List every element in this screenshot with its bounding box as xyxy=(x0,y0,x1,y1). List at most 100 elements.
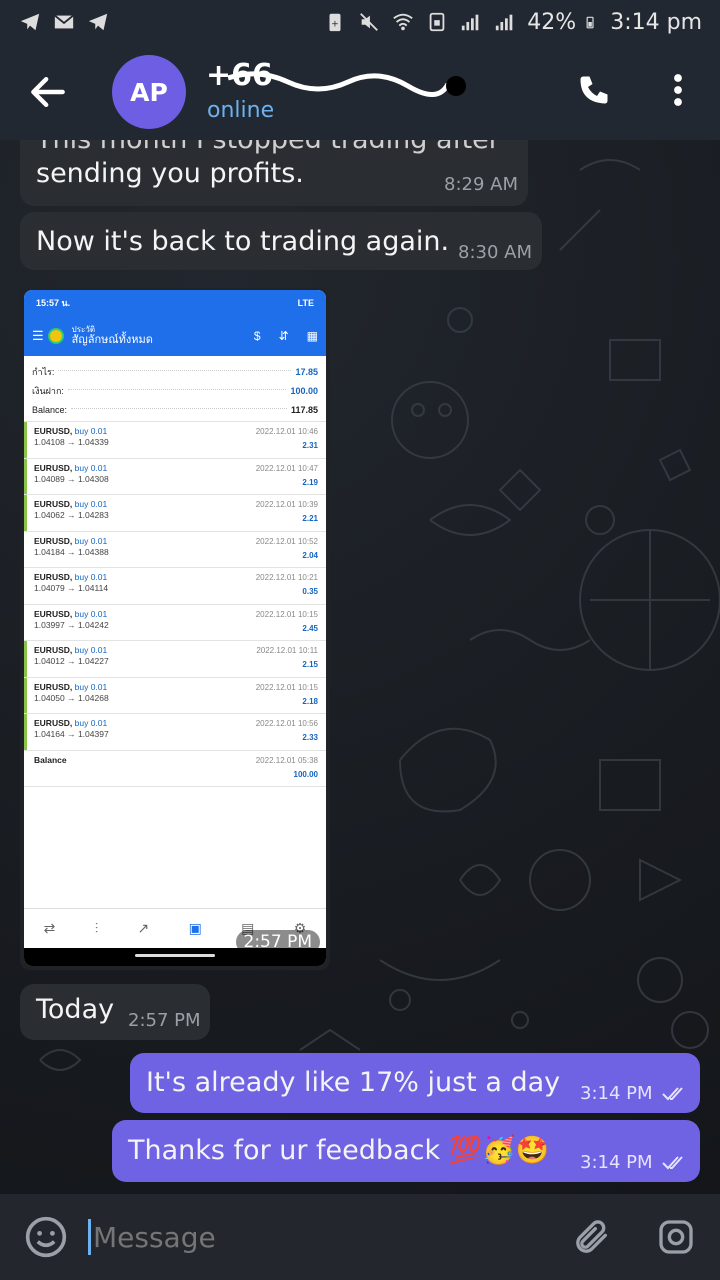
trade-prices: 1.04164 → 1.04397 xyxy=(34,729,109,739)
system-status-bar: + 42% 3:14 pm xyxy=(0,0,720,44)
leader-dots xyxy=(58,369,292,371)
battery-percent: 42% xyxy=(527,9,577,35)
message-text: Thanks for ur feedback 💯🥳🤩 xyxy=(128,1135,550,1166)
trade-date: 2022.12.01 05:38 xyxy=(255,755,318,765)
trade-row: EURUSD, buy 0.01 1.04184 → 1.04388 2022.12… xyxy=(24,530,326,568)
trade-direction: buy 0.01 xyxy=(74,608,108,619)
trade-row: EURUSD, buy 0.01 1.04079 → 1.04114 2022.12… xyxy=(24,567,326,604)
notification-icons xyxy=(18,11,110,33)
more-button-overlay[interactable] xyxy=(672,72,684,112)
trade-date: 2022.12.01 10:56 xyxy=(255,719,318,728)
trade-direction: buy 0.01 xyxy=(74,499,108,509)
quotes-icon: ⇄ xyxy=(43,920,56,936)
composer-actions xyxy=(572,1217,696,1257)
screenshot-network: LTE xyxy=(297,298,314,308)
trade-profit: 0.35 xyxy=(302,587,318,596)
trade-icon: ↗ xyxy=(137,920,150,936)
trade-date: 2022.12.01 10:39 xyxy=(255,500,318,509)
back-arrow-icon xyxy=(31,76,65,108)
camera-icon[interactable] xyxy=(656,1217,696,1257)
message-time: 8:29 AM xyxy=(444,174,518,195)
trade-direction: buy 0.01 xyxy=(74,645,108,655)
summary-value: 117.85 xyxy=(290,404,318,415)
leader-dots xyxy=(67,388,287,390)
double-check-icon xyxy=(662,1156,684,1170)
trade-row: EURUSD, buy 0.01 1.04164 → 1.04397 2022.12… xyxy=(24,713,326,750)
menu-icon: ☰ xyxy=(32,328,44,343)
image-message[interactable]: 15:57 น. LTE ☰ ประวัติ สัญลักษณ์ทั้งหมด … xyxy=(20,288,330,970)
trade-symbol: EURUSD, xyxy=(34,462,73,473)
trade-prices: 1.04050 → 1.04268 xyxy=(34,692,109,703)
trade-symbol: EURUSD, xyxy=(34,718,73,728)
screenshot-toolbar: ☰ ประวัติ สัญลักษณ์ทั้งหมด $ ⇵ ▦ xyxy=(24,316,326,356)
message-time: 3:14 PM xyxy=(580,1083,688,1104)
summary-value: 17.85 xyxy=(295,366,318,377)
redaction-scribble-overlay xyxy=(228,71,466,97)
trade-prices: 1.04108 → 1.04339 xyxy=(34,437,109,447)
trade-direction: buy 0.01 xyxy=(74,572,108,582)
trade-prices: 1.04089 → 1.04308 xyxy=(34,473,109,484)
emoji-icon[interactable] xyxy=(24,1215,68,1259)
trade-symbol: Balance xyxy=(34,754,67,765)
summary-row: Balance: 117.85 xyxy=(32,400,318,419)
history-icon: ▣ xyxy=(188,920,202,936)
back-button-overlay[interactable] xyxy=(26,70,70,118)
phone-icon xyxy=(580,76,608,104)
trade-prices: 1.04184 → 1.04388 xyxy=(34,546,109,557)
message-bubble-outgoing[interactable]: Thanks for ur feedback 💯🥳🤩 3:14 PM xyxy=(112,1120,700,1182)
svg-text:+: + xyxy=(331,19,339,30)
summary-row: เงินฝาก: 100.00 xyxy=(32,381,318,400)
screenshot-status-bar: 15:57 น. LTE xyxy=(24,290,326,316)
message-input[interactable] xyxy=(88,1219,538,1255)
summary-value: 100.00 xyxy=(290,385,318,396)
battery-saver-icon: + xyxy=(329,13,341,32)
trade-row: EURUSD, buy 0.01 1.04012 → 1.04227 2022.12… xyxy=(24,640,326,677)
screenshot-toolbar-icons: $ ⇵ ▦ xyxy=(254,329,318,343)
signal-icon-2 xyxy=(496,14,513,31)
image-time: 2:57 PM xyxy=(235,930,320,954)
trade-row: EURUSD, buy 0.01 1.04062 → 1.04283 2022.12… xyxy=(24,494,326,531)
trade-symbol: EURUSD, xyxy=(34,499,73,509)
attach-icon[interactable] xyxy=(572,1217,612,1257)
message-time-text: 3:14 PM xyxy=(580,1083,653,1104)
message-bubble-incoming[interactable]: Now it's back to trading again. 8:30 AM xyxy=(20,212,542,270)
trade-symbol: EURUSD, xyxy=(34,645,73,655)
sort-icon: ⇵ xyxy=(278,329,289,343)
screenshot-titles: ประวัติ สัญลักษณ์ทั้งหมด xyxy=(72,325,153,347)
trade-profit: 2.21 xyxy=(302,514,318,523)
message-time: 8:30 AM xyxy=(458,242,532,263)
trade-list-end xyxy=(24,786,326,787)
trade-direction: buy 0.01 xyxy=(74,462,108,473)
avatar-overlay[interactable]: AP xyxy=(112,55,186,129)
message-bubble-incoming[interactable]: Today 2:57 PM xyxy=(20,984,210,1040)
message-time-text: 3:14 PM xyxy=(580,1152,653,1173)
currency-icon: $ xyxy=(253,329,261,343)
trade-direction: buy 0.01 xyxy=(74,426,108,436)
trade-profit: 2.18 xyxy=(302,696,318,706)
trade-prices: 1.04062 → 1.04283 xyxy=(34,510,109,520)
mute-icon xyxy=(360,13,379,31)
summary-label: เงินฝาก: xyxy=(32,385,64,396)
message-text: Now it's back to trading again. xyxy=(36,226,450,257)
header-overlay: AP +66 online xyxy=(0,44,720,140)
trade-profit: 2.45 xyxy=(302,623,318,633)
trade-prices: 1.04012 → 1.04227 xyxy=(34,656,109,666)
signal-icon xyxy=(462,14,479,31)
more-vertical-icon xyxy=(674,74,682,106)
trade-profit: 2.04 xyxy=(302,550,318,560)
trade-date: 2022.12.01 10:11 xyxy=(256,646,318,655)
trade-symbol: EURUSD, xyxy=(34,681,73,692)
trade-row: EURUSD, buy 0.01 1.04089 → 1.04308 2022.12… xyxy=(24,457,326,495)
chart-icon: ⫶ xyxy=(94,920,99,936)
trade-prices: 1.03997 → 1.04242 xyxy=(34,619,109,630)
trade-direction: buy 0.01 xyxy=(74,535,108,546)
summary-label: กำไร: xyxy=(32,366,55,377)
app-logo-icon xyxy=(47,328,64,344)
trade-date: 2022.12.01 10:15 xyxy=(255,609,318,619)
trade-direction: buy 0.01 xyxy=(74,681,108,692)
contact-status-overlay: online xyxy=(207,98,275,123)
home-indicator xyxy=(135,954,215,957)
message-bubble-outgoing[interactable]: It's already like 17% just a day 3:14 PM xyxy=(130,1053,700,1113)
call-button-overlay[interactable] xyxy=(576,72,612,112)
double-check-icon xyxy=(662,1087,684,1101)
